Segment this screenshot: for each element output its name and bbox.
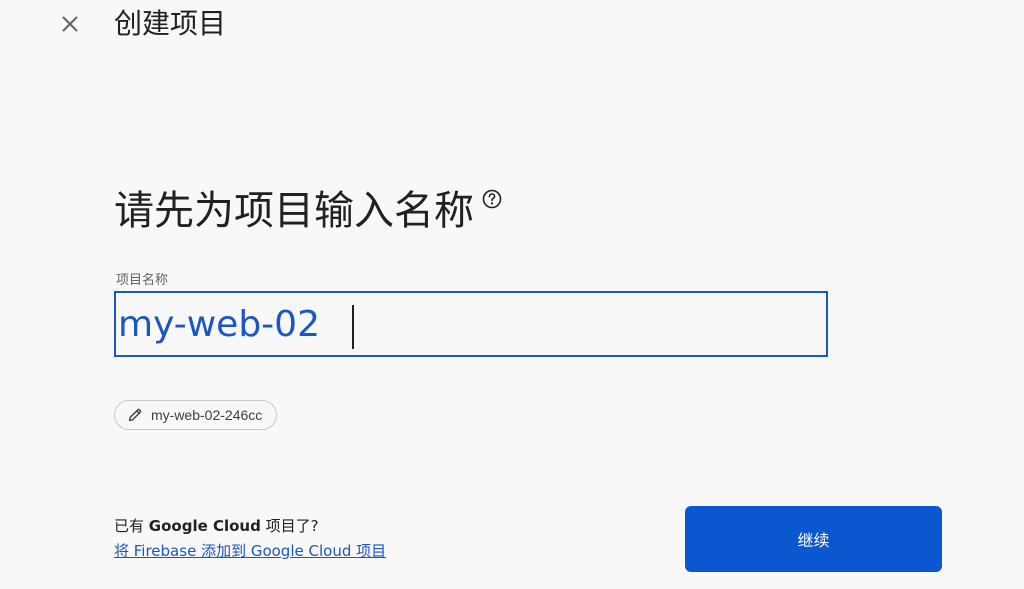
question-suffix: 项目了?: [260, 517, 319, 535]
project-name-input[interactable]: [116, 293, 828, 355]
existing-project-question: 已有 Google Cloud 项目了?: [114, 516, 319, 536]
pencil-icon: [128, 408, 142, 422]
continue-button[interactable]: 继续: [685, 506, 942, 572]
project-id-text: my-web-02-246cc: [151, 407, 263, 423]
text-caret: [352, 305, 354, 349]
close-button[interactable]: [52, 6, 88, 42]
project-id-chip[interactable]: my-web-02-246cc: [114, 400, 278, 430]
create-project-page: 创建项目 请先为项目输入名称 项目名称 my-web-02-246cc 已有 G…: [0, 0, 1024, 589]
question-prefix: 已有: [114, 517, 149, 535]
page-title: 创建项目: [114, 7, 227, 40]
close-icon: [62, 16, 78, 32]
add-firebase-to-gcp-link[interactable]: 将 Firebase 添加到 Google Cloud 项目: [114, 541, 386, 561]
project-name-label: 项目名称: [116, 273, 169, 288]
main-heading: 请先为项目输入名称: [114, 185, 502, 237]
question-brand: Google Cloud: [148, 517, 261, 535]
heading-text: 请先为项目输入名称: [114, 188, 474, 234]
project-name-field[interactable]: [114, 291, 828, 357]
help-circle-icon[interactable]: [482, 189, 502, 209]
